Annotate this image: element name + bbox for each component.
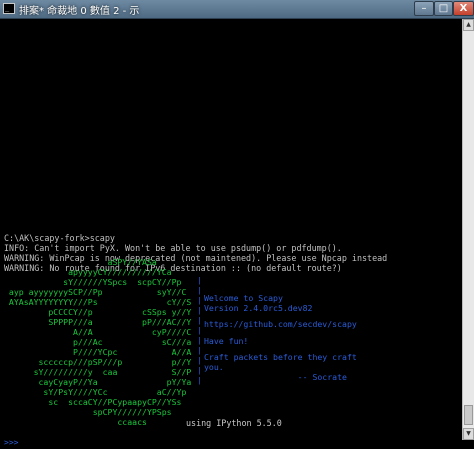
ipython-version-line: using IPython 5.5.0 xyxy=(186,418,282,428)
window-title: 排案* 命裁地 0 數值 2 - 示 xyxy=(19,6,140,17)
input-prompt-text: >>> xyxy=(4,438,19,447)
banner-version: Version 2.4.0rc5.dev82 xyxy=(204,303,313,313)
close-button[interactable]: X xyxy=(453,1,474,16)
arrow-down-icon[interactable]: ▼ xyxy=(463,428,474,440)
banner-quote: Craft packets before they craft xyxy=(204,352,357,362)
window-title-bar[interactable]: _ 排案* 命裁地 0 數值 2 - 示 – □ X xyxy=(0,0,474,19)
scapy-ascii-logo: aSPY//YASa apyyyyCY//////////YCa sY/////… xyxy=(8,257,192,427)
input-prompt[interactable]: >>> xyxy=(4,430,18,447)
maximize-button[interactable]: □ xyxy=(434,1,453,16)
minimize-button[interactable]: – xyxy=(414,1,434,16)
banner-welcome: Welcome to Scapy xyxy=(204,293,283,303)
banner-quote-author: -- Socrate xyxy=(204,372,347,382)
cmd-icon: _ xyxy=(3,3,15,14)
arrow-up-icon[interactable]: ▲ xyxy=(463,19,474,31)
info-message: INFO: Can't import PyX. Won't be able to… xyxy=(4,243,342,253)
banner-have-fun: Have fun! xyxy=(204,336,249,346)
scrollbar-thumb[interactable] xyxy=(464,405,473,425)
banner-separator: | | | | | | | | | | | xyxy=(197,277,202,386)
banner-quote-cont: you. xyxy=(204,362,224,372)
vertical-scrollbar[interactable]: ▲ ▼ xyxy=(462,19,474,440)
command-prompt-line: C:\AK\scapy-fork>scapy xyxy=(4,233,115,243)
banner-url: https://github.com/secdev/scapy xyxy=(204,319,357,329)
